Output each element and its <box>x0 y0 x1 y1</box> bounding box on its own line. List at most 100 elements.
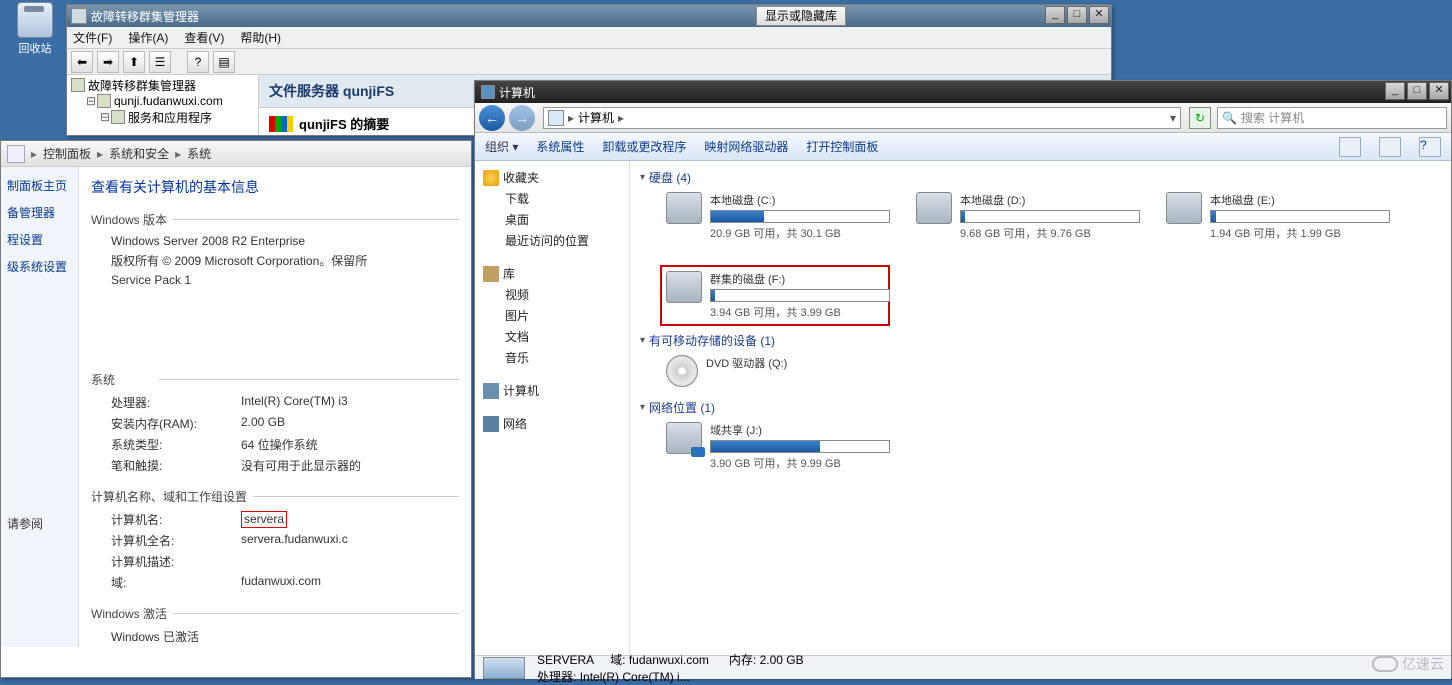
address-bar[interactable]: ▸ 计算机 ▸ ▾ <box>543 107 1181 129</box>
nav-recent[interactable]: 最近访问的位置 <box>479 230 625 251</box>
nav-fwd-button[interactable]: → <box>509 105 535 131</box>
address-text: 计算机 <box>578 109 614 126</box>
up-button[interactable]: ⬆ <box>123 51 145 73</box>
minimize-button[interactable]: _ <box>1045 6 1065 24</box>
nav-fwd-button[interactable]: ➡ <box>97 51 119 73</box>
mmc-menubar: 文件(F) 操作(A) 查看(V) 帮助(H) <box>67 27 1111 49</box>
dvd-icon <box>666 355 698 387</box>
nav-favorites[interactable]: 收藏夹 <box>479 167 625 188</box>
netdrive-icon <box>666 422 702 454</box>
star-icon <box>483 170 499 186</box>
organize-button[interactable]: 组织 ▾ <box>485 138 518 155</box>
uninstall-button[interactable]: 卸载或更改程序 <box>602 138 686 155</box>
show-tree-button[interactable]: ☰ <box>149 51 171 73</box>
computer-name: servera <box>241 511 287 528</box>
nav-videos[interactable]: 视频 <box>479 284 625 305</box>
win-sp: Service Pack 1 <box>111 273 191 287</box>
drive-dvd[interactable]: DVD 驱动器 (Q:) <box>666 355 896 387</box>
help-button[interactable]: ? <box>1419 137 1441 157</box>
sys-pen: 没有可用于此显示器的 <box>241 457 361 474</box>
library-icon <box>483 266 499 282</box>
nav-downloads[interactable]: 下载 <box>479 188 625 209</box>
side-home[interactable]: 制面板主页 <box>7 177 72 194</box>
status-memory: 2.00 GB <box>760 653 804 667</box>
recycle-bin-icon <box>17 2 53 38</box>
explorer-title: 计算机 <box>499 84 535 101</box>
nav-back-button[interactable]: ← <box>479 105 505 131</box>
explorer-nav: ← → ▸ 计算机 ▸ ▾ ↻ 🔍 搜索 计算机 <box>475 103 1451 133</box>
drive-c[interactable]: 本地磁盘 (C:)20.9 GB 可用，共 30.1 GB <box>666 192 896 241</box>
nav-computer[interactable]: 计算机 <box>479 380 625 401</box>
drive-e[interactable]: 本地磁盘 (E:)1.94 GB 可用，共 1.99 GB <box>1166 192 1396 241</box>
status-name: SERVERA <box>537 653 593 667</box>
side-remote[interactable]: 程设置 <box>7 231 72 248</box>
sys-cpu: Intel(R) Core(TM) i3 <box>241 394 348 411</box>
mmc-toolbar: ⬅ ➡ ⬆ ☰ ? ▤ <box>67 49 1111 75</box>
tree-cluster[interactable]: ⊟qunji.fudanwuxi.com <box>69 93 256 109</box>
view-options-button[interactable] <box>1339 137 1361 157</box>
nav-network[interactable]: 网络 <box>479 413 625 434</box>
status-cpu: Intel(R) Core(TM) i... <box>580 670 690 684</box>
cp-nav: ▸ 控制面板 ▸ 系统和安全 ▸ 系统 <box>1 141 471 167</box>
hdd-icon <box>666 271 702 303</box>
control-panel-window: ▸ 控制面板 ▸ 系统和安全 ▸ 系统 制面板主页 备管理器 程设置 级系统设置… <box>0 140 472 678</box>
side-seealso: 请参阅 <box>7 515 72 532</box>
side-advanced[interactable]: 级系统设置 <box>7 258 72 275</box>
preview-pane-button[interactable] <box>1379 137 1401 157</box>
addr-dropdown[interactable]: ▾ <box>1170 111 1176 125</box>
side-devmgr[interactable]: 备管理器 <box>7 204 72 221</box>
sys-ram: 2.00 GB <box>241 415 285 432</box>
crumb-security[interactable]: 系统和安全 <box>109 145 169 162</box>
network-icon <box>483 416 499 432</box>
drive-j-netshare[interactable]: 域共享 (J:)3.90 GB 可用，共 9.99 GB <box>666 422 896 471</box>
menu-file[interactable]: 文件(F) <box>73 29 112 46</box>
crumb-system[interactable]: 系统 <box>187 145 211 162</box>
win-edition: Windows Server 2008 R2 Enterprise <box>111 234 305 248</box>
sec-system: 系统 <box>91 373 121 387</box>
mmc-tree[interactable]: 故障转移群集管理器 ⊟qunji.fudanwuxi.com ⊟服务和应用程序 <box>67 75 259 135</box>
opencp-button[interactable]: 打开控制面板 <box>806 138 878 155</box>
nav-pictures[interactable]: 图片 <box>479 305 625 326</box>
cat-removable[interactable]: ▾有可移动存储的设备 (1) <box>640 332 1441 349</box>
tree-services[interactable]: ⊟服务和应用程序 <box>69 109 256 125</box>
menu-view[interactable]: 查看(V) <box>184 29 224 46</box>
explorer-titlebar[interactable]: 计算机 _ □ ✕ <box>475 81 1451 103</box>
cp-main: 查看有关计算机的基本信息 Windows 版本 Windows Server 2… <box>79 167 471 647</box>
nav-documents[interactable]: 文档 <box>479 326 625 347</box>
crumb-cp[interactable]: 控制面板 <box>43 145 91 162</box>
maximize-button[interactable]: □ <box>1407 82 1427 100</box>
sysprops-button[interactable]: 系统属性 <box>536 138 584 155</box>
close-button[interactable]: ✕ <box>1429 82 1449 100</box>
recycle-bin[interactable]: 回收站 <box>10 2 60 56</box>
mmc-title: 故障转移群集管理器 <box>91 8 199 25</box>
refresh-button[interactable]: ↻ <box>1189 107 1211 129</box>
close-button[interactable]: ✕ <box>1089 6 1109 24</box>
help-button[interactable]: ? <box>187 51 209 73</box>
nav-music[interactable]: 音乐 <box>479 347 625 368</box>
computer-icon <box>548 110 564 126</box>
computer-icon <box>483 657 525 679</box>
show-hide-library-button[interactable]: 显示或隐藏库 <box>756 6 846 26</box>
mmc-titlebar[interactable]: 故障转移群集管理器 _ □ ✕ <box>67 5 1111 27</box>
props-button[interactable]: ▤ <box>213 51 235 73</box>
nav-libraries[interactable]: 库 <box>479 263 625 284</box>
drive-f-cluster[interactable]: 群集的磁盘 (F:)3.94 GB 可用，共 3.99 GB <box>660 265 890 326</box>
nav-back-button[interactable]: ⬅ <box>71 51 93 73</box>
nav-desktop[interactable]: 桌面 <box>479 209 625 230</box>
sec-activation: Windows 激活 <box>91 607 173 621</box>
menu-action[interactable]: 操作(A) <box>128 29 168 46</box>
watermark: 亿速云 <box>1372 654 1444 674</box>
drive-d[interactable]: 本地磁盘 (D:)9.68 GB 可用，共 9.76 GB <box>916 192 1146 241</box>
search-input[interactable]: 🔍 搜索 计算机 <box>1217 107 1447 129</box>
menu-help[interactable]: 帮助(H) <box>240 29 281 46</box>
cat-netloc[interactable]: ▾网络位置 (1) <box>640 399 1441 416</box>
nav-pane: 收藏夹 下载 桌面 最近访问的位置 库 视频 图片 文档 音乐 计算机 网络 <box>475 161 630 655</box>
cat-hdd[interactable]: ▾硬盘 (4) <box>640 169 1441 186</box>
mapdrive-button[interactable]: 映射网络驱动器 <box>704 138 788 155</box>
maximize-button[interactable]: □ <box>1067 6 1087 24</box>
status-domain: fudanwuxi.com <box>629 653 709 667</box>
minimize-button[interactable]: _ <box>1385 82 1405 100</box>
sec-name: 计算机名称、域和工作组设置 <box>91 490 253 504</box>
tree-root[interactable]: 故障转移群集管理器 <box>69 77 256 93</box>
cp-heading: 查看有关计算机的基本信息 <box>91 177 459 197</box>
